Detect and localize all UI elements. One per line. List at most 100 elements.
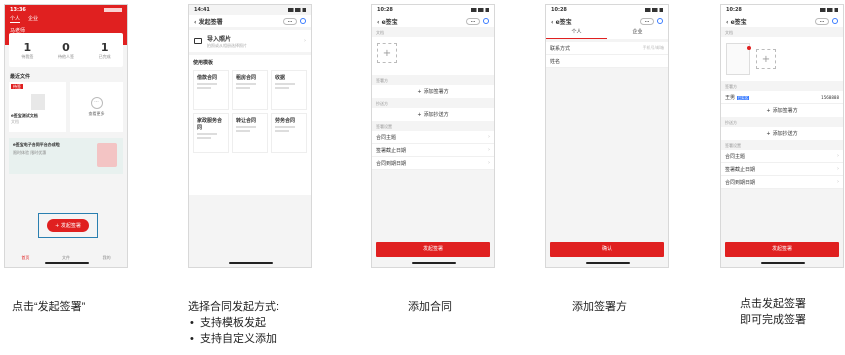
pending-badge: 待签: [11, 84, 23, 89]
nav-title: ‹ 发起签署: [194, 18, 223, 26]
signer-name: 王男: [725, 94, 736, 101]
add-signer-button[interactable]: + 添加签署方: [721, 104, 843, 117]
import-photo-row[interactable]: 导入照片 拍照或从相册选择照片 ›: [189, 30, 311, 52]
template-card[interactable]: 租房合同: [232, 70, 268, 110]
name-field[interactable]: 姓名: [546, 55, 668, 68]
chevron-right-icon: ›: [837, 153, 839, 159]
phone-send-sign: 10:28 ‹ e签宝 ··· 文档 + 签署方 王男 已实名 1568888 +…: [720, 4, 844, 268]
close-icon[interactable]: [300, 18, 306, 24]
home-indicator: [229, 262, 273, 264]
template-card[interactable]: 转让合同: [232, 113, 268, 153]
contact-field[interactable]: 联系方式 手机号/邮箱: [546, 42, 668, 55]
template-card[interactable]: 家政服务合同: [193, 113, 229, 153]
caption-step3: 添加合同: [408, 301, 452, 313]
chevron-right-icon: ›: [837, 179, 839, 185]
signer-phone: 1568888: [821, 94, 839, 100]
add-cc-button[interactable]: + 添加抄送方: [721, 127, 843, 140]
tabbar-home[interactable]: 首页: [21, 255, 29, 261]
setting-row[interactable]: 合同主题 ›: [721, 150, 843, 163]
setting-row[interactable]: 合同到期日期 ›: [721, 176, 843, 189]
more-icon: ···: [90, 97, 103, 109]
plus-icon: +: [766, 130, 771, 137]
document-thumbnail[interactable]: [726, 43, 751, 75]
add-cc-button[interactable]: + 添加抄送方: [372, 108, 494, 121]
doc-label: 文档: [376, 30, 384, 35]
tab-personal[interactable]: 个人: [10, 15, 21, 23]
signal-icon: [820, 8, 838, 12]
menu-icon[interactable]: ···: [640, 17, 654, 25]
start-sign-button[interactable]: + 发起签署: [47, 219, 89, 232]
document-icon: [30, 94, 45, 110]
home-indicator: [45, 262, 89, 264]
caption-step2-title: 选择合同发起方式:: [188, 301, 280, 313]
caption-step5: 点击发起签署 即可完成签署: [740, 295, 806, 327]
verified-badge: 已实名: [736, 95, 750, 100]
phone-add-contract: 10:28 ‹ e签宝 ··· 文档 + 签署方 + 添加签署方 抄送方 + 添加抄送…: [371, 4, 495, 268]
setting-row[interactable]: 签署截止日期 ›: [372, 144, 494, 157]
file-sub: 文档: [11, 119, 19, 124]
remove-icon[interactable]: [747, 46, 751, 50]
recent-title: 最近文件: [10, 74, 31, 80]
status-time: 10:28: [377, 7, 393, 13]
template-card[interactable]: 收据: [271, 70, 307, 110]
status-time: 13:36: [10, 7, 26, 13]
home-indicator: [412, 262, 456, 264]
tabbar-mine[interactable]: 我的: [103, 255, 111, 261]
cc-label: 抄送方: [376, 101, 388, 106]
caption-step4: 添加签署方: [572, 301, 627, 313]
stat-to-sign[interactable]: 1 待我签: [21, 41, 33, 60]
chevron-right-icon: ›: [488, 147, 490, 153]
tab-enterprise[interactable]: 企业: [28, 15, 38, 23]
stat-done[interactable]: 1 已完成: [99, 41, 111, 60]
tab-enterprise[interactable]: 企业: [607, 27, 668, 39]
chevron-right-icon: ›: [488, 134, 490, 140]
status-time: 10:28: [726, 7, 742, 13]
signal-icon: [471, 8, 489, 12]
settings-label: 签署设置: [376, 124, 392, 129]
tabbar: 首页 文件 我的: [5, 255, 127, 261]
template-card[interactable]: 劳务合同: [271, 113, 307, 153]
close-icon[interactable]: [832, 18, 838, 24]
menu-icon[interactable]: ···: [466, 17, 480, 25]
doc-label: 文档: [725, 30, 733, 35]
submit-sign-button[interactable]: 发起签署: [376, 242, 490, 257]
tab-personal[interactable]: 个人: [546, 27, 607, 39]
import-sub: 拍照或从相册选择照片: [207, 42, 247, 48]
menu-icon[interactable]: ···: [283, 17, 297, 25]
tabbar-files[interactable]: 文件: [62, 255, 70, 261]
stat-others[interactable]: 0 待他人签: [58, 41, 74, 60]
caption-step2-bullet: • 支持自定义添加: [190, 333, 277, 345]
phone-start-sign: 14:41 ‹ 发起签署 ··· 导入照片 拍照或从相册选择照片 › 使用模板 借款…: [188, 4, 312, 268]
close-icon[interactable]: [657, 18, 663, 24]
add-document-button[interactable]: +: [756, 49, 776, 69]
menu-icon[interactable]: ···: [815, 17, 829, 25]
import-title: 导入照片: [207, 35, 232, 43]
status-time: 10:28: [551, 7, 567, 13]
more-label: 查看更多: [88, 111, 105, 116]
template-section: 使用模板 借款合同 租房合同 收据 家政服务合同 转让合同 劳务合同: [189, 55, 311, 195]
nav-title: ‹ e签宝: [726, 18, 747, 26]
setting-row[interactable]: 合同到期日期 ›: [372, 157, 494, 170]
setting-row[interactable]: 合同主题 ›: [372, 131, 494, 144]
phone-home: 13:36 个人 企业 马老师 1 待我签 0 待他人签 1 已完成 最近文件 待签 …: [4, 4, 128, 268]
add-document-button[interactable]: +: [377, 43, 397, 63]
signer-row[interactable]: 王男 已实名 1568888: [721, 91, 843, 104]
cc-label: 抄送方: [725, 120, 737, 125]
recent-file-card[interactable]: 待签 e签宝测试文档 文档: [9, 82, 66, 132]
add-signer-button[interactable]: + 添加签署方: [372, 85, 494, 98]
template-title: 使用模板: [193, 60, 214, 66]
plus-icon: +: [766, 107, 771, 114]
camera-icon: [194, 38, 202, 44]
signal-icon: [645, 8, 663, 12]
plus-icon: +: [417, 88, 422, 95]
nav-title: ‹ e签宝: [551, 18, 572, 26]
promo-banner[interactable]: e签宝电子合同平台办成啦 限时体验 限时优惠: [9, 138, 123, 174]
confirm-button[interactable]: 确认: [550, 242, 664, 257]
submit-sign-button[interactable]: 发起签署: [725, 242, 839, 257]
caption-step5-sub: 即可完成签署: [740, 314, 806, 326]
setting-row[interactable]: 签署截止日期 ›: [721, 163, 843, 176]
home-indicator: [761, 262, 805, 264]
template-card[interactable]: 借款合同: [193, 70, 229, 110]
close-icon[interactable]: [483, 18, 489, 24]
more-card[interactable]: ··· 查看更多: [70, 82, 123, 132]
